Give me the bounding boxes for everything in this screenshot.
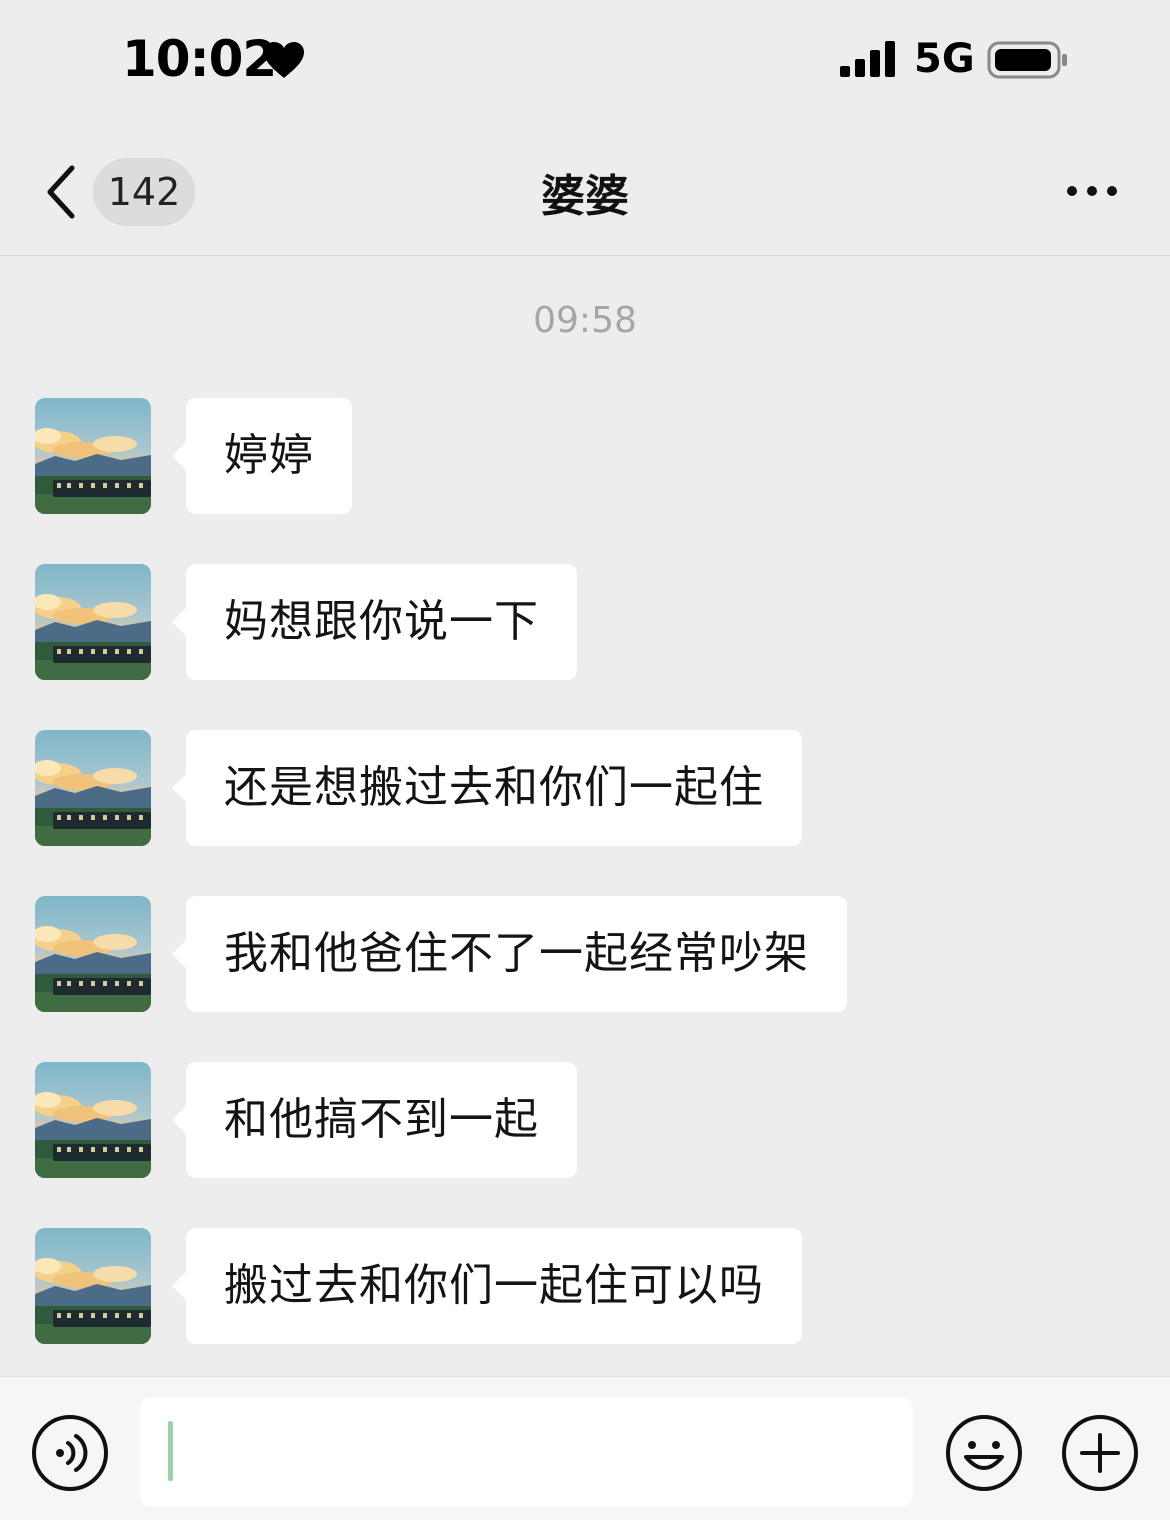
avatar[interactable] bbox=[35, 1062, 151, 1178]
chat-header: 142 婆婆 bbox=[0, 120, 1170, 256]
message-bubble[interactable]: 婷婷 bbox=[172, 398, 352, 514]
avatar-image bbox=[35, 896, 151, 1012]
message-row: 妈想跟你说一下 bbox=[0, 564, 1170, 682]
message-bubble[interactable]: 妈想跟你说一下 bbox=[172, 564, 577, 680]
emoji-icon[interactable] bbox=[944, 1413, 1024, 1493]
network-type: 5G bbox=[914, 36, 975, 82]
avatar[interactable] bbox=[35, 564, 151, 680]
text-cursor bbox=[168, 1421, 173, 1481]
message-text: 婷婷 bbox=[224, 430, 314, 481]
avatar[interactable] bbox=[35, 730, 151, 846]
input-bar bbox=[0, 1376, 1170, 1520]
message-text: 我和他爸住不了一起经常吵架 bbox=[224, 928, 809, 979]
voice-icon[interactable] bbox=[30, 1413, 110, 1493]
avatar-image bbox=[35, 1062, 151, 1178]
message-row: 还是想搬过去和你们一起住 bbox=[0, 730, 1170, 848]
signal-icon bbox=[840, 41, 895, 77]
plus-icon[interactable] bbox=[1060, 1413, 1140, 1493]
status-time: 10:02 bbox=[122, 30, 277, 88]
message-text: 搬过去和你们一起住可以吗 bbox=[224, 1260, 764, 1311]
message-row: 搬过去和你们一起住可以吗 bbox=[0, 1228, 1170, 1346]
avatar-image bbox=[35, 398, 151, 514]
avatar[interactable] bbox=[35, 896, 151, 1012]
avatar[interactable] bbox=[35, 1228, 151, 1344]
message-text: 和他搞不到一起 bbox=[224, 1094, 539, 1145]
message-bubble[interactable]: 还是想搬过去和你们一起住 bbox=[172, 730, 802, 846]
message-row: 婷婷 bbox=[0, 398, 1170, 516]
more-dots-icon[interactable] bbox=[1062, 178, 1122, 204]
battery-icon bbox=[987, 41, 1067, 79]
message-bubble[interactable]: 和他搞不到一起 bbox=[172, 1062, 577, 1178]
chat-title: 婆婆 bbox=[541, 171, 629, 222]
avatar-image bbox=[35, 1228, 151, 1344]
message-text: 妈想跟你说一下 bbox=[224, 596, 539, 647]
message-input[interactable] bbox=[140, 1397, 913, 1507]
status-bar: 10:02 5G bbox=[0, 0, 1170, 120]
avatar-image bbox=[35, 564, 151, 680]
message-bubble[interactable]: 我和他爸住不了一起经常吵架 bbox=[172, 896, 847, 1012]
avatar[interactable] bbox=[35, 398, 151, 514]
avatar-image bbox=[35, 730, 151, 846]
message-row: 我和他爸住不了一起经常吵架 bbox=[0, 896, 1170, 1014]
message-bubble[interactable]: 搬过去和你们一起住可以吗 bbox=[172, 1228, 802, 1344]
heart-icon bbox=[264, 42, 304, 78]
message-row: 和他搞不到一起 bbox=[0, 1062, 1170, 1180]
chat-timestamp: 09:58 bbox=[533, 300, 637, 341]
message-text: 还是想搬过去和你们一起住 bbox=[224, 762, 764, 813]
